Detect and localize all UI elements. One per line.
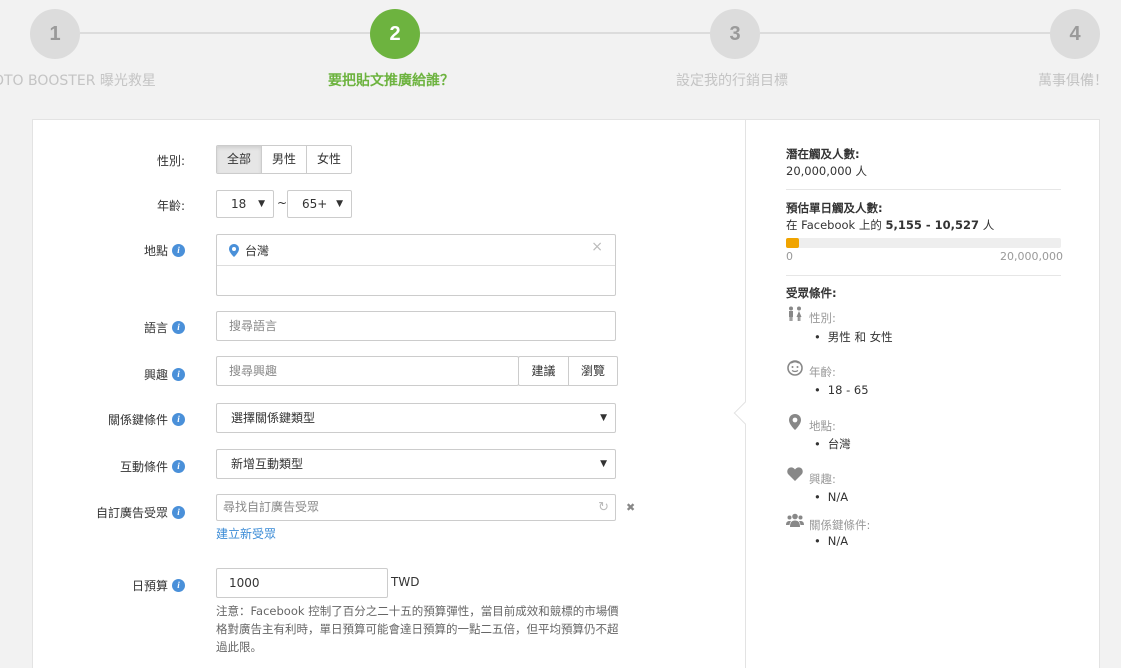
daily-reach-range: 5,155 - 10,527 [885, 218, 980, 232]
engagement-type-select[interactable]: 新增互動類型 ▼ [216, 449, 616, 479]
clear-location-icon[interactable]: × [591, 239, 603, 255]
stepper: 1 2 3 4 PHOTO BOOSTER 曝光救星 要把貼文推廣給誰？ 設定我… [0, 0, 1121, 118]
info-icon[interactable]: i [172, 244, 185, 257]
criteria-interest-label: 興趣: [809, 472, 836, 486]
targeting-card: 性別: 全部 男性 女性 年齡: 18 ▼ ~ 65+ ▼ 地點 i 台灣 × … [32, 119, 1100, 668]
heart-icon [786, 467, 804, 485]
caret-down-icon: ▼ [336, 199, 343, 209]
divider [786, 275, 1061, 276]
custom-audience-search-input[interactable]: 尋找自訂廣告受眾 ↻ [216, 494, 616, 521]
step-4-circle[interactable]: 4 [1050, 9, 1100, 59]
criteria-title: 受眾條件: [786, 286, 837, 300]
criteria-interest-value: N/A [814, 490, 848, 504]
step-4-label: 萬事俱備！ [1038, 73, 1108, 89]
language-label: 語言 i [144, 319, 185, 336]
browse-button[interactable]: 瀏覽 [569, 357, 617, 385]
suggest-button[interactable]: 建議 [519, 357, 569, 385]
step-3-label: 設定我的行銷目標 [676, 73, 788, 89]
keyword-label: 關係鍵條件 i [108, 411, 185, 428]
age-min-select[interactable]: 18 ▼ [216, 190, 274, 218]
step-2-label: 要把貼文推廣給誰？ [328, 73, 454, 89]
budget-label: 日預算 i [132, 577, 185, 594]
audience-summary: 潛在觸及人數: 20,000,000 人 預估單日觸及人數: 在 Faceboo… [733, 120, 1101, 668]
info-icon[interactable]: i [172, 321, 185, 334]
daily-budget-input[interactable]: 1000 [216, 568, 388, 598]
gender-all-button[interactable]: 全部 [217, 146, 263, 173]
daily-reach-text: 在 Facebook 上的 5,155 - 10,527 人 [786, 217, 994, 233]
age-icon [786, 360, 804, 378]
gender-male-button[interactable]: 男性 [262, 146, 308, 173]
location-value: 台灣 [245, 243, 270, 258]
location-chip: 台灣 × [217, 235, 615, 266]
age-min-value: 18 [231, 197, 247, 211]
criteria-age-label: 年齡: [809, 365, 836, 379]
location-label: 地點 i [144, 242, 185, 259]
gender-toggle: 全部 男性 女性 [216, 145, 353, 174]
engagement-label: 互動條件 i [120, 458, 185, 475]
step-1-circle[interactable]: 1 [30, 9, 80, 59]
criteria-gender-label: 性別: [809, 311, 836, 325]
location-icon [786, 414, 804, 432]
step-1-label: PHOTO BOOSTER 曝光救星 [0, 73, 156, 89]
location-search-input[interactable] [217, 266, 615, 295]
criteria-age-value: 18 - 65 [814, 383, 869, 397]
map-pin-icon [229, 243, 239, 257]
daily-reach-suffix: 人 [979, 218, 995, 232]
reach-bar-fill [786, 238, 799, 248]
info-icon[interactable]: i [172, 368, 185, 381]
age-max-value: 65+ [302, 197, 328, 211]
age-separator: ~ [277, 196, 288, 210]
reach-bar-max: 20,000,000 [1000, 250, 1063, 263]
info-icon[interactable]: i [172, 413, 185, 426]
caret-down-icon: ▼ [258, 199, 265, 209]
interest-actions: 建議 瀏覽 [518, 356, 618, 386]
gender-label: 性別: [156, 154, 185, 168]
daily-reach-prefix: 在 Facebook 上的 [786, 218, 886, 232]
keyword-type-value: 選擇關係鍵類型 [231, 411, 316, 425]
daily-reach-title: 預估單日觸及人數: [786, 201, 883, 215]
remove-custom-audience-icon[interactable]: ✖ [626, 501, 635, 514]
caret-down-icon: ▼ [600, 413, 607, 423]
engagement-type-value: 新增互動類型 [231, 457, 304, 471]
budget-note: 注意：Facebook 控制了百分之二十五的預算彈性，當目前成效和競標的市場價格… [216, 604, 619, 654]
keyword-type-select[interactable]: 選擇關係鍵類型 ▼ [216, 403, 616, 433]
interest-label: 興趣 i [144, 366, 185, 383]
targeting-form: 性別: 全部 男性 女性 年齡: 18 ▼ ~ 65+ ▼ 地點 i 台灣 × … [33, 120, 745, 668]
age-max-select[interactable]: 65+ ▼ [287, 190, 352, 218]
criteria-keyword-label: 關係鍵條件: [809, 518, 871, 532]
info-icon[interactable]: i [172, 506, 185, 519]
reach-bar-min: 0 [786, 250, 793, 263]
criteria-location-value: 台灣 [814, 436, 851, 452]
divider [786, 189, 1061, 190]
custom-audience-label: 自訂廣告受眾 i [96, 504, 185, 521]
step-2-circle[interactable]: 2 [370, 9, 420, 59]
step-connector [420, 32, 712, 34]
info-icon[interactable]: i [172, 579, 185, 592]
gender-female-button[interactable]: 女性 [307, 146, 352, 173]
custom-audience-placeholder: 尋找自訂廣告受眾 [223, 500, 320, 514]
criteria-keyword-value: N/A [814, 534, 848, 548]
step-3-circle[interactable]: 3 [710, 9, 760, 59]
criteria-gender-value: 男性 和 女性 [814, 329, 893, 345]
step-connector [760, 32, 1052, 34]
gender-icon [786, 306, 804, 324]
interest-search-input[interactable]: 搜尋興趣 [216, 356, 519, 386]
people-icon [786, 513, 804, 531]
create-audience-link[interactable]: 建立新受眾 [216, 525, 276, 542]
step-connector [80, 32, 372, 34]
potential-reach-title: 潛在觸及人數: [786, 147, 860, 161]
potential-reach-value: 20,000,000 人 [786, 164, 867, 178]
refresh-icon[interactable]: ↻ [598, 495, 609, 520]
reach-bar [786, 238, 1061, 248]
location-box: 台灣 × [216, 234, 616, 296]
language-search-input[interactable]: 搜尋語言 [216, 311, 616, 341]
age-label: 年齡: [156, 199, 185, 213]
criteria-location-label: 地點: [809, 419, 836, 433]
currency-label: TWD [391, 575, 420, 589]
caret-down-icon: ▼ [600, 459, 607, 469]
info-icon[interactable]: i [172, 460, 185, 473]
